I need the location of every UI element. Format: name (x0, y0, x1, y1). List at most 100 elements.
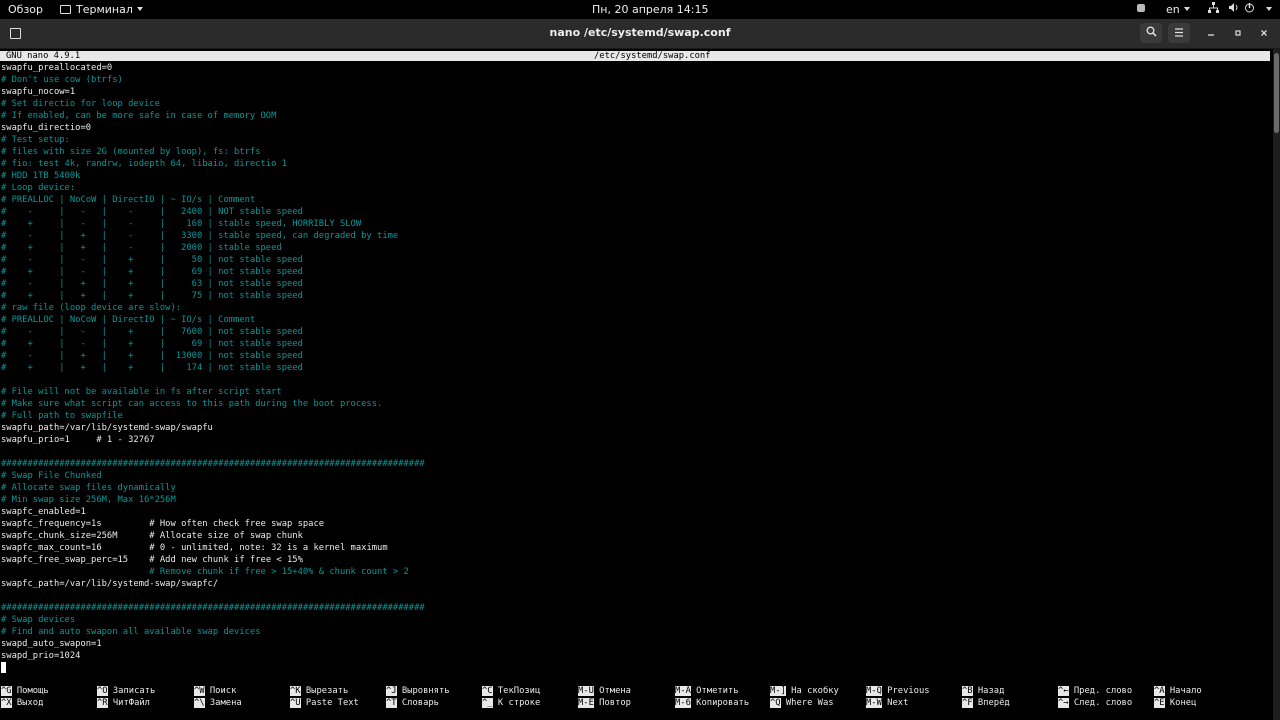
shortcut-item: ^F Вперёд (962, 697, 1010, 709)
shortcut-label: Поиск (204, 686, 237, 696)
shortcut-item: M-6 Копировать (675, 697, 749, 709)
buffer-line[interactable]: # - | - | + | 50 | not stable speed (1, 254, 425, 266)
buffer-line[interactable]: # - | - | - | 2400 | NOT stable speed (1, 206, 425, 218)
app-menu-button[interactable]: Терминал (60, 2, 143, 17)
shortcut-item: ^W Поиск (194, 685, 236, 697)
buffer-line[interactable]: ########################################… (1, 458, 425, 470)
buffer-line[interactable]: # Allocate swap files dynamically (1, 482, 425, 494)
terminal-view[interactable]: GNU nano 4.9.1 /etc/systemd/swap.conf sw… (0, 49, 1272, 720)
scrollbar-thumb[interactable] (1274, 53, 1279, 133)
shortcut-key: ^K (290, 686, 301, 696)
shortcut-key: M-6 (675, 698, 691, 708)
buffer-line[interactable]: swapd_auto_swapon=1 (1, 638, 425, 650)
app-menu-label: Терминал (76, 3, 133, 16)
buffer-line[interactable]: # Test setup: (1, 134, 425, 146)
buffer-line[interactable] (1, 446, 425, 458)
shortcut-key: M-A (675, 686, 691, 696)
buffer-line[interactable]: # + | - | - | 160 | stable speed, HORRIB… (1, 218, 425, 230)
shortcut-label: Where Was (780, 698, 834, 708)
volume-icon[interactable] (1228, 2, 1239, 17)
buffer-line[interactable]: swapfc_max_count=16 # 0 - unlimited, not… (1, 542, 425, 554)
buffer-line[interactable]: swapfu_directio=0 (1, 122, 425, 134)
buffer-line[interactable] (1, 590, 425, 602)
shortcut-item: M-W Next (866, 697, 908, 709)
buffer-line[interactable]: # Don't use cow (btrfs) (1, 74, 425, 86)
buffer-line[interactable]: # Find and auto swapon all available swa… (1, 626, 425, 638)
shortcut-item: ^B Назад (962, 685, 1004, 697)
buffer-line[interactable]: # If enabled, can be more safe in case o… (1, 110, 425, 122)
buffer-line[interactable]: swapd_prio=1024 (1, 650, 425, 662)
buffer-line[interactable]: # Swap File Chunked (1, 470, 425, 482)
buffer-line[interactable]: # - | + | + | 13000 | not stable speed (1, 350, 425, 362)
shortcut-key: ^B (962, 686, 973, 696)
language-indicator[interactable]: en (1166, 2, 1190, 17)
shortcut-key: ^X (1, 698, 12, 708)
buffer-line[interactable]: # - | - | + | 7600 | not stable speed (1, 326, 425, 338)
accessibility-icon[interactable] (1136, 2, 1146, 17)
buffer-line[interactable]: # Min swap size 256M, Max 16*256M (1, 494, 425, 506)
buffer-line[interactable]: # + | - | + | 69 | not stable speed (1, 266, 425, 278)
buffer-line[interactable]: swapfc_enabled=1 (1, 506, 425, 518)
buffer-line[interactable]: # File will not be available in fs after… (1, 386, 425, 398)
shortcut-key: ^Q (770, 698, 781, 708)
shortcut-key: ^\ (194, 698, 205, 708)
buffer-line[interactable] (1, 662, 425, 674)
buffer-line[interactable]: # + | + | + | 174 | not stable speed (1, 362, 425, 374)
buffer-line[interactable]: swapfc_path=/var/lib/systemd-swap/swapfc… (1, 578, 425, 590)
buffer-line[interactable]: swapfu_nocow=1 (1, 86, 425, 98)
buffer-line[interactable]: # - | + | + | 63 | not stable speed (1, 278, 425, 290)
buffer-line[interactable]: ########################################… (1, 602, 425, 614)
scrollbar[interactable] (1273, 49, 1280, 720)
menu-button[interactable] (1168, 23, 1190, 43)
shortcut-label: Выровнять (396, 686, 450, 696)
buffer-line[interactable]: # + | - | + | 69 | not stable speed (1, 338, 425, 350)
shortcut-label: Next (881, 698, 909, 708)
minimize-button[interactable] (1202, 23, 1220, 43)
buffer-line[interactable]: # PREALLOC | NoCoW | DirectIO | ~ IO/s |… (1, 314, 425, 326)
buffer-line[interactable]: # + | + | + | 75 | not stable speed (1, 290, 425, 302)
activities-button[interactable]: Обзор (8, 2, 43, 17)
buffer-line[interactable]: swapfc_frequency=1s # How often check fr… (1, 518, 425, 530)
shortcut-label: Вперёд (972, 698, 1010, 708)
buffer-line[interactable]: # Full path to swapfile (1, 410, 425, 422)
shortcut-item: ^_ К строке (482, 697, 540, 709)
power-icon[interactable] (1244, 2, 1255, 17)
shortcut-key: ^→ (1058, 698, 1069, 708)
buffer-line[interactable]: # Loop device: (1, 182, 425, 194)
buffer-line[interactable]: swapfc_chunk_size=256M # Allocate size o… (1, 530, 425, 542)
buffer-line[interactable]: # + | + | - | 2000 | stable speed (1, 242, 425, 254)
chevron-down-icon[interactable] (1262, 2, 1272, 17)
buffer-line[interactable]: # files with size 2G (mounted by loop), … (1, 146, 425, 158)
shortcut-key: ^J (386, 686, 397, 696)
shortcut-label: Назад (972, 686, 1005, 696)
hamburger-menu-icon (1175, 28, 1183, 37)
buffer-line[interactable]: # - | + | - | 3300 | stable speed, can d… (1, 230, 425, 242)
buffer-line[interactable]: # Set directio for loop device (1, 98, 425, 110)
clock[interactable]: Пн, 20 апреля 14:15 (592, 2, 708, 17)
shortcut-label: Повтор (593, 698, 631, 708)
buffer-line[interactable]: # HDD 1TB 5400k (1, 170, 425, 182)
buffer-line[interactable]: swapfu_path=/var/lib/systemd-swap/swapfu (1, 422, 425, 434)
shortcut-key: ^U (290, 698, 301, 708)
buffer-line[interactable]: # raw file (loop device are slow): (1, 302, 425, 314)
text-cursor (1, 662, 6, 673)
search-button[interactable] (1140, 23, 1162, 43)
buffer-line[interactable]: swapfc_free_swap_perc=15 # Add new chunk… (1, 554, 425, 566)
shortcut-label: Выход (11, 698, 44, 708)
close-button[interactable] (1255, 23, 1273, 43)
buffer-line[interactable]: swapfu_prio=1 # 1 - 32767 (1, 434, 425, 446)
buffer-line[interactable]: # Swap devices (1, 614, 425, 626)
buffer-line[interactable]: # Remove chunk if free > 15+40% & chunk … (1, 566, 425, 578)
buffer-line[interactable]: # Make sure what script can access to th… (1, 398, 425, 410)
buffer-line[interactable]: swapfu_preallocated=0 (1, 62, 425, 74)
shortcut-item: M-U Отмена (578, 685, 631, 697)
shortcut-label: След. слово (1068, 698, 1133, 708)
buffer-line[interactable]: # fio: test 4k, randrw, iodepth 64, liba… (1, 158, 425, 170)
shortcut-label: Замена (204, 698, 242, 708)
maximize-button[interactable] (1229, 23, 1247, 43)
network-icon[interactable] (1208, 2, 1219, 17)
buffer-line[interactable] (1, 374, 425, 386)
text-buffer[interactable]: swapfu_preallocated=0 # Don't use cow (bt… (1, 62, 425, 674)
buffer-line[interactable]: # PREALLOC | NoCoW | DirectIO | ~ IO/s |… (1, 194, 425, 206)
chevron-down-icon (1183, 7, 1190, 11)
